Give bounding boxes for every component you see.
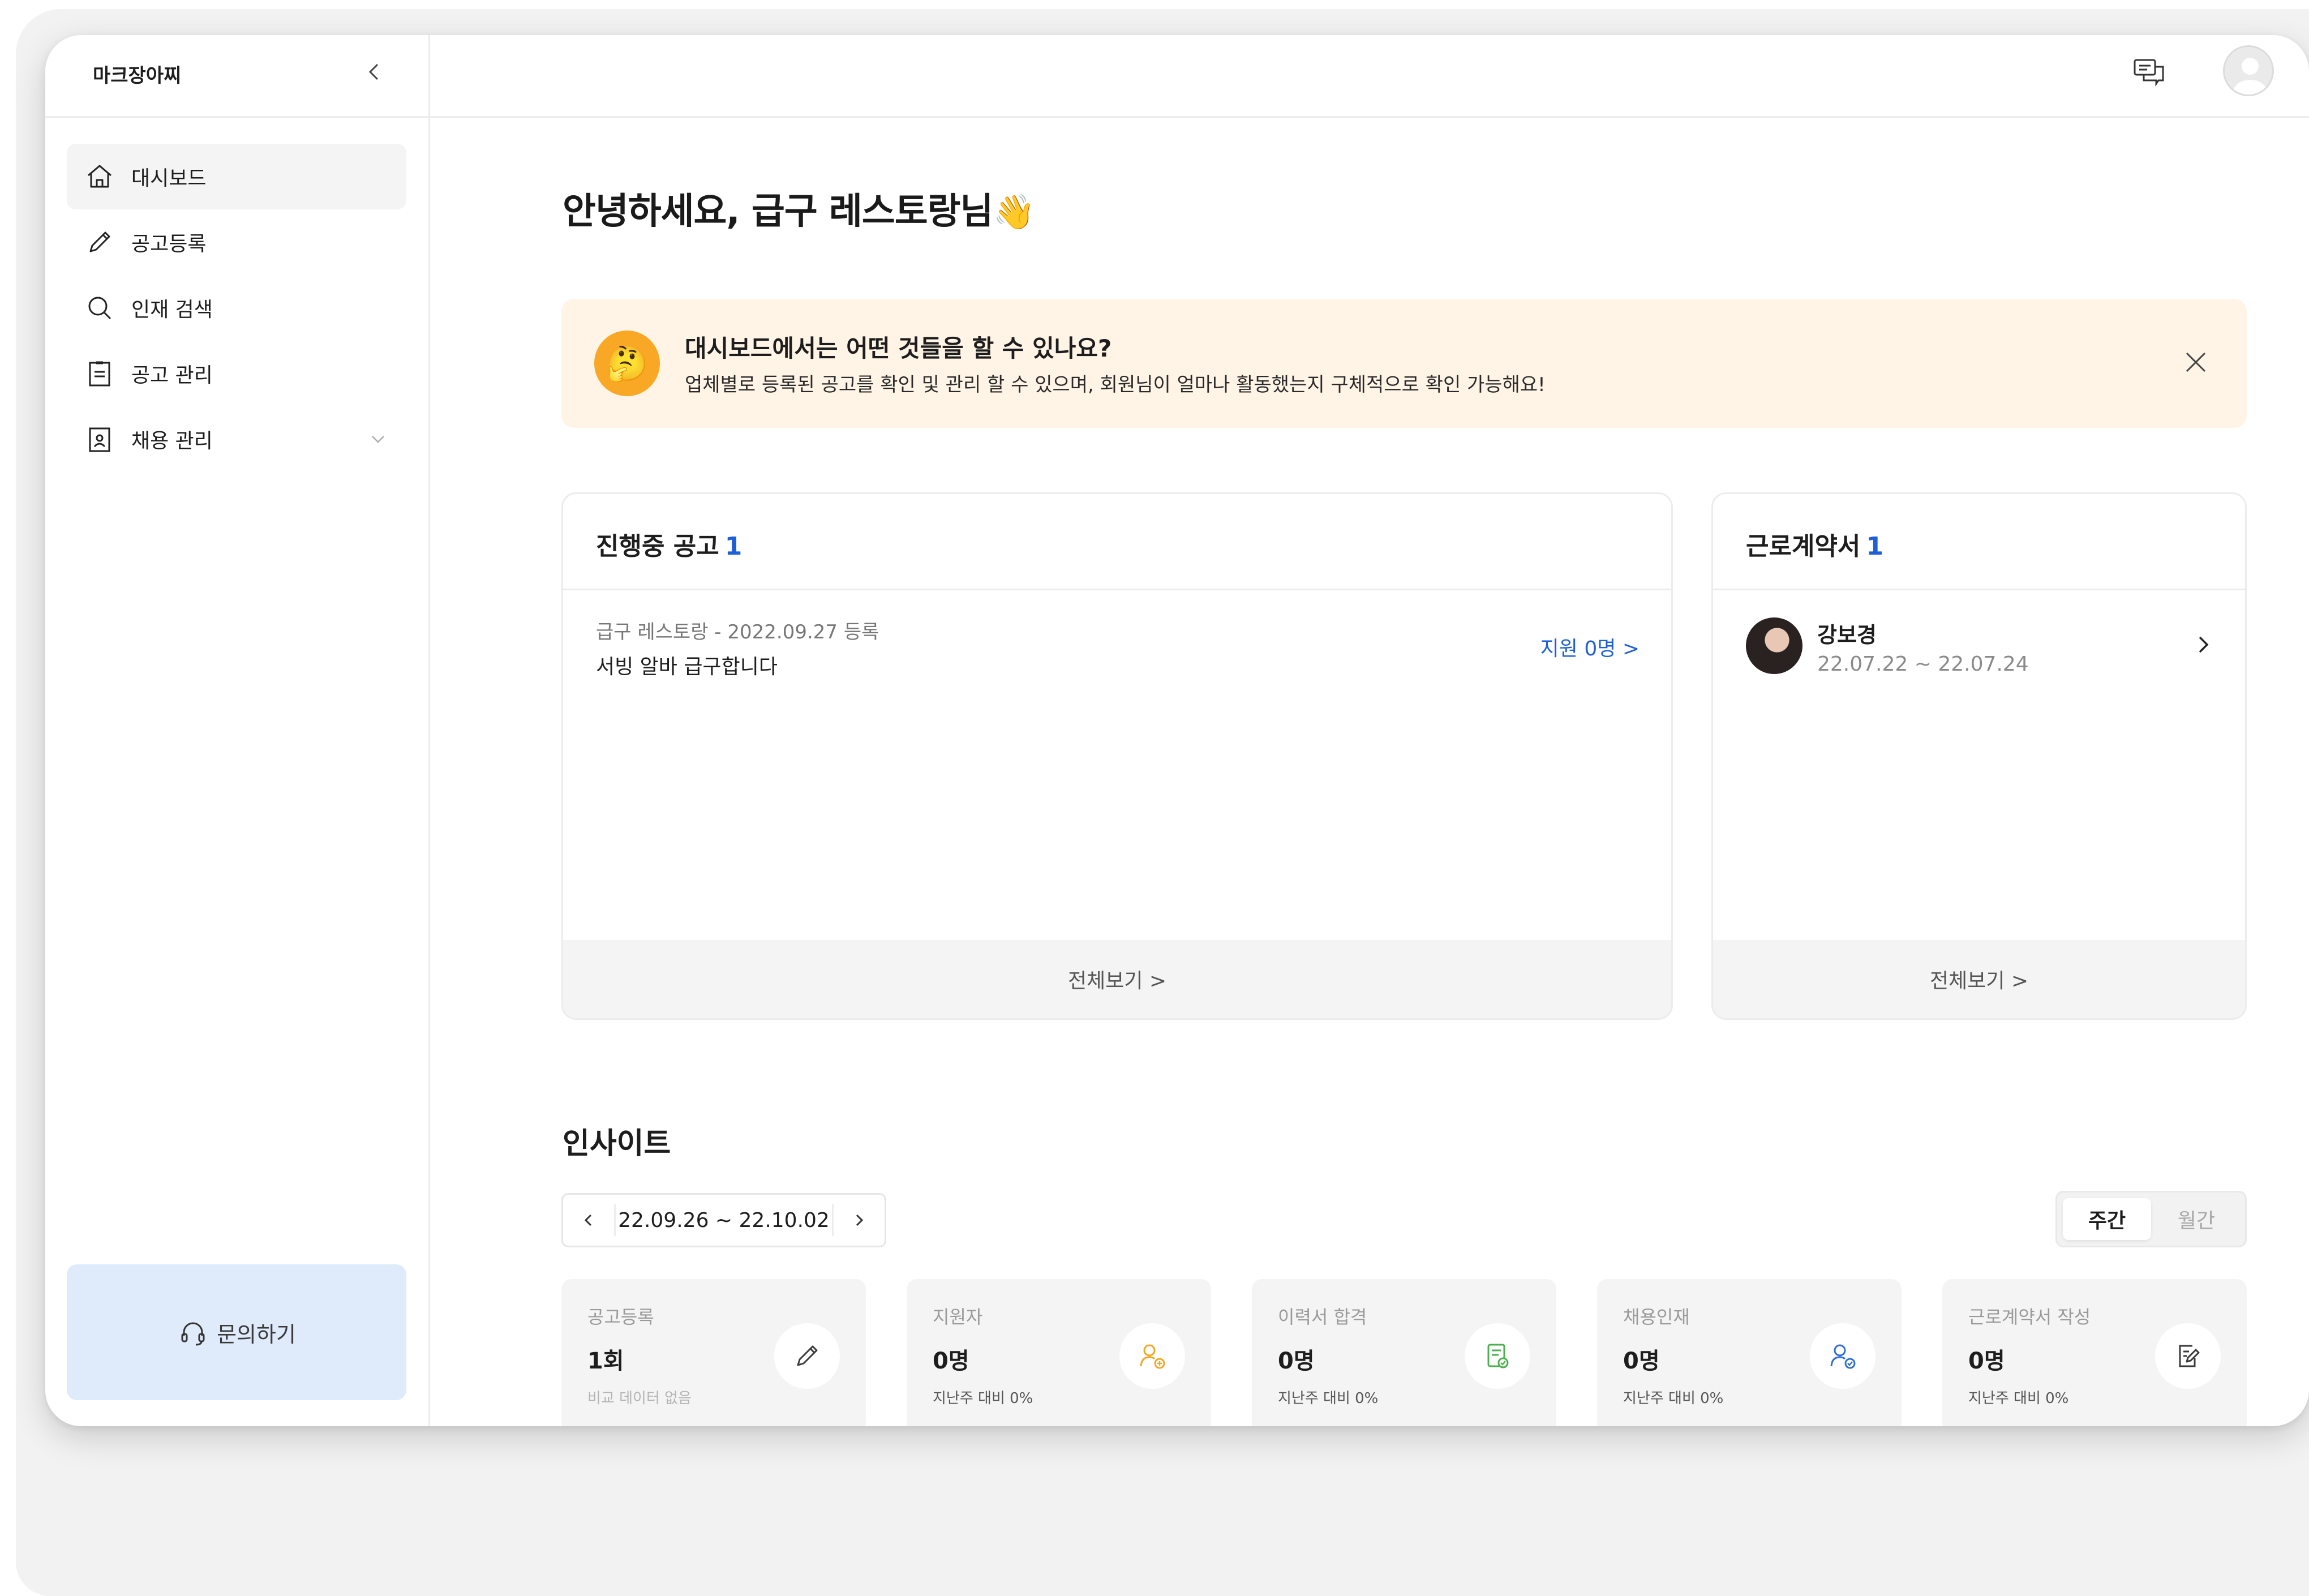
stat-value: 0명 (1278, 1348, 1315, 1374)
stat-value: 1회 (587, 1348, 624, 1374)
stat-comparison: 지난주 대비 0% (1278, 1390, 1379, 1407)
next-week-button[interactable] (834, 1195, 885, 1246)
headset-icon (181, 1322, 205, 1346)
app-window: 마크장아찌 대시보드 공고등록 인재 검색 공고 관리 채용 관리 문의하기 안… (45, 35, 2309, 1426)
wave-icon: 👋 (993, 192, 1035, 232)
job-title-link[interactable]: 서빙 알바 급구합니다 (596, 650, 778, 680)
chevron-down-icon[interactable] (367, 428, 389, 451)
date-range-label: 22.09.26 ~ 22.10.02 (614, 1204, 834, 1236)
resume-check-icon (1487, 1344, 1509, 1368)
stat-label: 지원자 (933, 1306, 983, 1328)
inquiry-button[interactable]: 문의하기 (67, 1264, 406, 1400)
stat-icon-circle (1810, 1323, 1875, 1389)
chevron-left-icon (368, 63, 379, 80)
period-toggle: 주간 월간 (2055, 1191, 2247, 1247)
active-jobs-title: 진행중 공고 (596, 532, 719, 561)
pencil-icon (89, 231, 110, 252)
card-title: 근로계약서 1 (1746, 526, 1883, 562)
profile-avatar[interactable] (2223, 45, 2274, 96)
contract-worker-name[interactable]: 강보경 (1817, 617, 1877, 649)
stat-comparison: 지난주 대비 0% (1968, 1390, 2069, 1407)
stat-comparison: 비교 데이터 없음 (587, 1390, 692, 1407)
avatar (1746, 617, 1802, 674)
chevron-right-icon (856, 1214, 864, 1226)
sidebar: 마크장아찌 대시보드 공고등록 인재 검색 공고 관리 채용 관리 문의하기 (45, 35, 430, 1426)
search-icon (88, 297, 111, 320)
stat-card-applicants: 지원자 0명 지난주 대비 0% (907, 1279, 1211, 1426)
collapse-sidebar-button[interactable] (360, 58, 388, 86)
contract-edit-icon (2179, 1345, 2200, 1367)
job-meta: 급구 레스토랑 - 2022.09.27 등록 (596, 621, 879, 643)
contracts-title: 근로계약서 (1746, 532, 1861, 561)
weekly-toggle[interactable]: 주간 (2063, 1198, 2151, 1240)
view-all-contracts-button[interactable]: 전체보기 > (1713, 940, 2245, 1018)
stat-icon-circle (1119, 1323, 1185, 1389)
user-add-icon (1140, 1344, 1165, 1369)
sidebar-item-talent-search[interactable]: 인재 검색 (67, 275, 406, 341)
document-icon (89, 361, 110, 387)
info-banner: 🤔 대시보드에서는 어떤 것들을 할 수 있나요? 업체별로 등록된 공고를 확… (561, 299, 2247, 428)
stat-value: 0명 (1968, 1348, 2005, 1374)
inquiry-label: 문의하기 (217, 1322, 296, 1347)
insights-title: 인사이트 (563, 1127, 671, 1161)
user-icon (2233, 58, 2267, 95)
card-title: 진행중 공고 1 (596, 526, 742, 562)
active-jobs-card: 진행중 공고 1 급구 레스토랑 - 2022.09.27 등록 서빙 알바 급구… (561, 492, 1673, 1020)
contract-period: 22.07.22 ~ 22.07.24 (1817, 653, 2029, 676)
card-header: 근로계약서 1 (1713, 494, 2245, 590)
brand-row: 마크장아찌 (45, 35, 430, 118)
stat-icon-circle (2155, 1323, 2221, 1389)
thinking-face-icon: 🤔 (594, 331, 660, 396)
sidebar-item-label: 채용 관리 (131, 430, 213, 453)
banner-description: 업체별로 등록된 공고를 확인 및 관리 할 수 있으며, 회원님이 얼마나 활… (685, 374, 1546, 396)
sidebar-item-label: 인재 검색 (131, 298, 213, 321)
stat-icon-circle (1465, 1323, 1530, 1389)
sidebar-item-label: 공고 관리 (131, 364, 213, 387)
stat-card-job-posts: 공고등록 1회 비교 데이터 없음 (561, 1279, 866, 1426)
prev-week-button[interactable] (563, 1195, 614, 1246)
sidebar-item-job-management[interactable]: 공고 관리 (67, 341, 406, 406)
greeting-text: 안녕하세요, 급구 레스토랑님 (563, 191, 993, 233)
stat-comparison: 지난주 대비 0% (933, 1390, 1033, 1407)
pencil-icon (797, 1345, 818, 1366)
stat-comparison: 지난주 대비 0% (1623, 1390, 1724, 1407)
card-header: 진행중 공고 1 (563, 494, 1671, 590)
chevron-right-icon[interactable] (2190, 631, 2217, 658)
sidebar-item-label: 대시보드 (131, 167, 207, 190)
sidebar-item-label: 공고등록 (131, 233, 207, 256)
active-jobs-count: 1 (724, 532, 743, 561)
sidebar-nav: 대시보드 공고등록 인재 검색 공고 관리 채용 관리 (67, 144, 406, 472)
dashboard-main: 안녕하세요, 급구 레스토랑님👋 🤔 대시보드에서는 어떤 것들을 할 수 있나… (430, 118, 2309, 1426)
stat-label: 이력서 합격 (1278, 1306, 1367, 1328)
stat-card-hired: 채용인재 0명 지난주 대비 0% (1597, 1279, 1902, 1426)
banner-title: 대시보드에서는 어떤 것들을 할 수 있나요? (685, 334, 1112, 362)
close-icon[interactable] (2180, 346, 2212, 378)
monthly-toggle[interactable]: 월간 (2152, 1198, 2241, 1240)
page-title: 안녕하세요, 급구 레스토랑님👋 (563, 182, 1035, 234)
id-card-icon (89, 427, 110, 452)
stat-label: 근로계약서 작성 (1968, 1306, 2091, 1328)
stat-icon-circle (774, 1323, 840, 1389)
chat-icon[interactable] (2130, 53, 2168, 91)
date-range-picker: 22.09.26 ~ 22.10.02 (561, 1193, 886, 1247)
stat-value: 0명 (1623, 1348, 1660, 1374)
stat-card-resume-passed: 이력서 합격 0명 지난주 대비 0% (1252, 1279, 1556, 1426)
home-icon (88, 165, 111, 188)
sidebar-item-post-job[interactable]: 공고등록 (67, 209, 406, 275)
stat-label: 공고등록 (587, 1306, 654, 1328)
sidebar-item-hiring-management[interactable]: 채용 관리 (67, 406, 406, 472)
stat-card-contracts-written: 근로계약서 작성 0명 지난주 대비 0% (1942, 1279, 2247, 1426)
top-bar (430, 35, 2309, 118)
insight-stats: 공고등록 1회 비교 데이터 없음 지원자 0명 지난주 대비 0% 이력서 합… (561, 1279, 2247, 1426)
contracts-card: 근로계약서 1 강보경 22.07.22 ~ 22.07.24 전체보기 > (1711, 492, 2247, 1020)
stat-value: 0명 (933, 1348, 969, 1374)
brand-name: 마크장아찌 (93, 65, 182, 87)
sidebar-item-dashboard[interactable]: 대시보드 (67, 144, 406, 209)
view-all-jobs-button[interactable]: 전체보기 > (563, 940, 1671, 1018)
chevron-left-icon (584, 1214, 592, 1226)
user-check-icon (1830, 1344, 1856, 1369)
contracts-count: 1 (1866, 532, 1884, 561)
stat-label: 채용인재 (1623, 1306, 1690, 1328)
applicants-link[interactable]: 지원 0명 > (1540, 632, 1640, 662)
